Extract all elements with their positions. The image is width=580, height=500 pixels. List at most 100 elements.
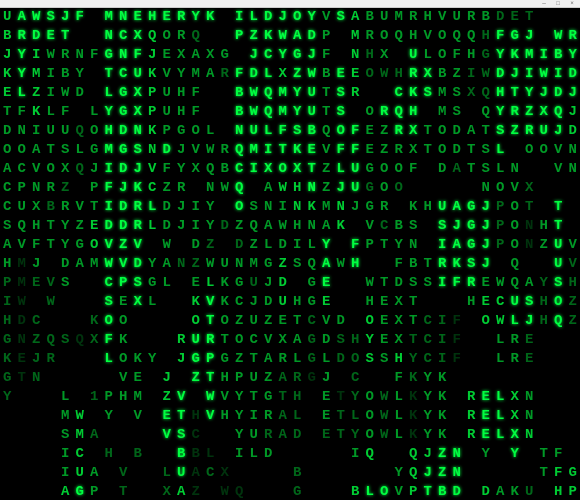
matrix-glyph: L	[145, 293, 160, 312]
matrix-glyph: O	[276, 160, 291, 179]
matrix-glyph: E	[319, 274, 334, 293]
matrix-glyph	[537, 198, 552, 217]
matrix-glyph: S	[363, 350, 378, 369]
matrix-glyph: E	[319, 407, 334, 426]
matrix-glyph: T	[479, 122, 494, 141]
matrix-glyph	[566, 369, 580, 388]
matrix-glyph: X	[508, 388, 523, 407]
matrix-glyph: N	[232, 122, 247, 141]
matrix-glyph: R	[203, 331, 218, 350]
matrix-glyph: F	[450, 46, 465, 65]
matrix-glyph: S	[551, 274, 566, 293]
matrix-glyph: M	[276, 84, 291, 103]
matrix-glyph: T	[334, 388, 349, 407]
matrix-glyph: A	[261, 350, 276, 369]
matrix-glyph: L	[493, 141, 508, 160]
matrix-column: WBIDQJVVTTUUSOQFFHH	[551, 8, 566, 500]
matrix-glyph: W	[203, 141, 218, 160]
matrix-glyph: Y	[174, 65, 189, 84]
matrix-glyph: A	[261, 217, 276, 236]
matrix-glyph: A	[189, 464, 204, 483]
matrix-glyph: S	[334, 84, 349, 103]
matrix-glyph: L	[421, 46, 436, 65]
matrix-glyph	[319, 483, 334, 500]
matrix-glyph	[87, 65, 102, 84]
matrix-glyph: I	[0, 293, 15, 312]
matrix-glyph: L	[15, 84, 30, 103]
matrix-glyph: R	[508, 350, 523, 369]
matrix-glyph: G	[174, 122, 189, 141]
matrix-glyph: S	[0, 217, 15, 236]
matrix-glyph: A	[87, 464, 102, 483]
matrix-column: UBJKETDOACCSAHPIHGKGY	[0, 8, 15, 407]
matrix-glyph: T	[319, 103, 334, 122]
matrix-glyph: X	[290, 160, 305, 179]
matrix-glyph: G	[363, 198, 378, 217]
matrix-glyph: F	[348, 236, 363, 255]
matrix-glyph	[145, 426, 160, 445]
matrix-glyph: Y	[392, 464, 407, 483]
matrix-glyph: U	[15, 198, 30, 217]
matrix-glyph	[334, 369, 349, 388]
matrix-glyph: W	[551, 27, 566, 46]
matrix-glyph: K	[450, 255, 465, 274]
matrix-glyph	[145, 388, 160, 407]
maximize-button[interactable]: □	[554, 0, 562, 7]
matrix-glyph: C	[305, 312, 320, 331]
matrix-glyph	[363, 369, 378, 388]
matrix-glyph: L	[493, 350, 508, 369]
matrix-glyph: N	[15, 331, 30, 350]
matrix-glyph	[551, 407, 566, 426]
matrix-glyph: Q	[261, 103, 276, 122]
matrix-glyph: A	[0, 160, 15, 179]
matrix-glyph: Y	[392, 236, 407, 255]
matrix-glyph: R	[58, 198, 73, 217]
matrix-glyph	[537, 350, 552, 369]
matrix-glyph: Q	[479, 84, 494, 103]
matrix-glyph: L	[160, 274, 175, 293]
matrix-glyph	[87, 293, 102, 312]
matrix-glyph	[348, 217, 363, 236]
matrix-glyph	[131, 464, 146, 483]
matrix-glyph: Z	[377, 141, 392, 160]
matrix-glyph: T	[44, 141, 59, 160]
matrix-glyph: F	[102, 179, 117, 198]
matrix-glyph: M	[131, 388, 146, 407]
matrix-glyph: H	[464, 46, 479, 65]
matrix-glyph: E	[508, 8, 523, 27]
matrix-glyph: S	[58, 274, 73, 293]
matrix-glyph: G	[363, 179, 378, 198]
matrix-glyph	[348, 293, 363, 312]
matrix-glyph: V	[421, 27, 436, 46]
matrix-glyph: O	[232, 198, 247, 217]
matrix-glyph: E	[305, 141, 320, 160]
matrix-column: OAGZYYSKXHNHISHTALRHLDBGW	[290, 8, 305, 500]
minimize-button[interactable]: —	[540, 0, 548, 7]
matrix-glyph: M	[522, 46, 537, 65]
matrix-glyph: Z	[276, 255, 291, 274]
matrix-glyph: S	[450, 84, 465, 103]
matrix-glyph: W	[276, 27, 291, 46]
matrix-glyph: E	[0, 84, 15, 103]
matrix-glyph: E	[87, 217, 102, 236]
matrix-glyph: D	[261, 8, 276, 27]
matrix-glyph: S	[131, 274, 146, 293]
matrix-glyph: W	[363, 274, 378, 293]
matrix-column: RHURKHXXFKSNBSTTTYKKKKQQPP	[406, 8, 421, 500]
matrix-glyph: C	[29, 312, 44, 331]
matrix-glyph: M	[102, 8, 117, 27]
matrix-glyph: E	[348, 65, 363, 84]
matrix-glyph	[319, 464, 334, 483]
matrix-glyph: W	[218, 179, 233, 198]
matrix-glyph: E	[479, 388, 494, 407]
matrix-column: GRRBWDUKKOTGHVHXWB	[218, 8, 233, 500]
matrix-glyph: O	[377, 483, 392, 500]
matrix-glyph: G	[464, 217, 479, 236]
close-button[interactable]: ×	[568, 0, 576, 7]
matrix-glyph: N	[348, 46, 363, 65]
matrix-glyph: J	[421, 445, 436, 464]
matrix-glyph: J	[348, 198, 363, 217]
matrix-glyph: R	[290, 369, 305, 388]
matrix-glyph: I	[189, 198, 204, 217]
matrix-glyph	[73, 103, 88, 122]
